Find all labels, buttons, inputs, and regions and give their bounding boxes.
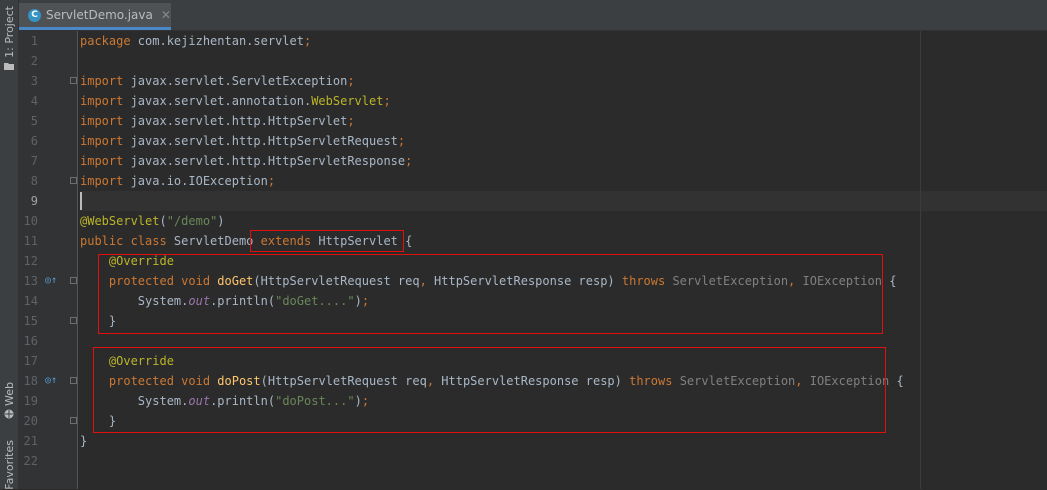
code-token: com.kejizhentan.servlet [137, 34, 304, 48]
fold-toggle-icon[interactable] [70, 77, 77, 84]
code-token: ; [303, 34, 312, 48]
line-number: 19 [23, 394, 38, 408]
line-number: 16 [23, 334, 38, 348]
line-number: 17 [23, 354, 38, 368]
line-number: 10 [23, 214, 38, 228]
tool-window-strip: 1: Project Web Favorites [0, 0, 19, 490]
highlight-box-doget [98, 254, 883, 334]
current-line-highlight [80, 191, 1047, 211]
line-number: 22 [23, 454, 38, 468]
code-token: javax.servlet.ServletException [130, 74, 348, 88]
line-number: 3 [30, 74, 38, 88]
code-token: import [80, 174, 131, 188]
editor-tab-servletdemo[interactable]: C ServletDemo.java ✕ [19, 3, 171, 30]
close-tab-icon[interactable]: ✕ [161, 8, 171, 22]
project-tab-label: 1: Project [2, 6, 16, 58]
code-line: @WebServlet("/demo") [80, 211, 225, 231]
code-token: javax.servlet.annotation. [130, 94, 312, 108]
code-line: } [80, 431, 87, 451]
code-token: WebServlet [311, 94, 384, 108]
code-line: import javax.servlet.http.HttpServlet; [80, 111, 355, 131]
code-line: import javax.servlet.http.HttpServletRes… [80, 151, 412, 171]
override-up-arrow-icon[interactable]: ◎↑ [45, 271, 57, 291]
code-line: import java.io.IOException; [80, 171, 275, 191]
code-token: javax.servlet.http.HttpServletRequest [130, 134, 398, 148]
fold-toggle-icon[interactable] [70, 177, 77, 184]
editor-tab-bar: C ServletDemo.java ✕ [19, 0, 1047, 31]
highlight-box-extends [250, 230, 404, 252]
favorites-tab-label: Favorites [2, 440, 16, 490]
code-token: import [80, 94, 131, 108]
code-token: "/demo" [166, 214, 218, 228]
line-number: 8 [30, 174, 38, 188]
fold-toggle-icon[interactable] [70, 417, 77, 424]
line-number: 21 [23, 434, 38, 448]
line-number: 18 [23, 374, 38, 388]
line-number: 14 [23, 294, 38, 308]
fold-toggle-icon[interactable] [70, 377, 77, 384]
globe-icon [4, 409, 14, 419]
code-token: ; [267, 174, 276, 188]
code-line: import javax.servlet.http.HttpServletReq… [80, 131, 405, 151]
line-number: 1 [30, 34, 38, 48]
line-number: 2 [30, 54, 38, 68]
line-number: 15 [23, 314, 38, 328]
code-token: java.io.IOException [130, 174, 268, 188]
code-token: ) [217, 214, 225, 228]
code-token: ; [405, 154, 413, 168]
code-token: { [896, 374, 904, 388]
fold-toggle-icon[interactable] [70, 317, 77, 324]
editor-gutter: 1 2 3 4 5 6 7 8 9 10 11 12 13 14 15 16 17 18 19 20 21 22 ◎↑ ◎↑ [19, 31, 78, 489]
code-token: import [80, 154, 131, 168]
code-token: ; [347, 74, 355, 88]
text-caret [80, 192, 82, 210]
favorites-tool-tab[interactable]: Favorites [0, 440, 18, 490]
line-number: 11 [23, 234, 38, 248]
line-number: 9 [30, 194, 38, 208]
code-token: javax.servlet.http.HttpServlet [130, 114, 348, 128]
code-token: ServletDemo [173, 234, 261, 248]
line-number: 5 [30, 114, 38, 128]
code-token: import [80, 114, 131, 128]
code-token: import [80, 74, 131, 88]
code-token: @WebServlet [80, 214, 160, 228]
fold-toggle-icon[interactable] [70, 277, 77, 284]
code-token: ( [159, 214, 167, 228]
tab-filename: ServletDemo.java [46, 8, 153, 22]
code-line: import javax.servlet.annotation.WebServl… [80, 91, 391, 111]
line-number: 12 [23, 254, 38, 268]
code-line: package com.kejizhentan.servlet; [80, 31, 311, 51]
project-tool-tab[interactable]: 1: Project [0, 6, 18, 71]
code-token: package [80, 34, 138, 48]
line-number: 7 [30, 154, 38, 168]
code-token: ; [397, 134, 406, 148]
highlight-box-dopost [93, 347, 886, 433]
line-number: 20 [23, 414, 38, 428]
code-token: } [80, 434, 88, 448]
code-line: import javax.servlet.ServletException; [80, 71, 355, 91]
code-token: import [80, 134, 131, 148]
code-token: ; [347, 114, 355, 128]
line-number: 13 [23, 274, 38, 288]
code-token: javax.servlet.http.HttpServletResponse [130, 154, 406, 168]
right-margin-guide [920, 31, 921, 489]
code-token: public class [80, 234, 174, 248]
code-token: { [889, 274, 897, 288]
code-token: ; [383, 94, 391, 108]
line-number: 6 [30, 134, 38, 148]
folder-icon [4, 62, 14, 70]
java-class-icon: C [28, 8, 41, 22]
web-tab-label: Web [2, 382, 16, 406]
web-tool-tab[interactable]: Web [0, 382, 18, 419]
line-number: 4 [30, 94, 38, 108]
override-up-arrow-icon[interactable]: ◎↑ [45, 371, 57, 391]
